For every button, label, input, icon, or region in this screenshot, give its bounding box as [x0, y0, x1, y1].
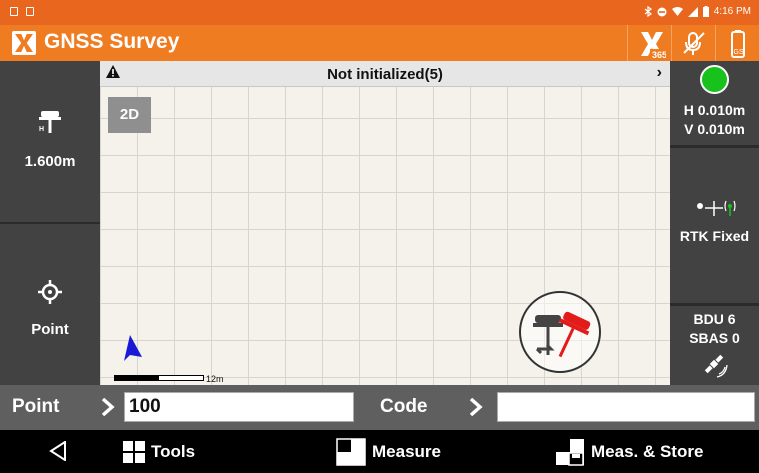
code-label: Code: [380, 396, 428, 417]
svg-text:H: H: [39, 126, 44, 133]
chevron-right-icon: ›: [656, 64, 662, 81]
status-bar: 4:16 PM: [0, 0, 759, 25]
point-name-label: Point: [12, 396, 60, 417]
grid-icon: [123, 440, 145, 463]
x365-button[interactable]: 365: [627, 25, 671, 61]
wifi-icon: [671, 6, 683, 16]
precision-button[interactable]: H 0.010m V 0.010m: [670, 61, 759, 145]
satellites-button[interactable]: BDU 6 SBAS 0: [670, 306, 759, 385]
satellite-icon: [704, 354, 728, 378]
measure-and-store-button[interactable]: Meas. & Store: [555, 430, 703, 473]
antenna-icon: H: [39, 111, 61, 133]
device-battery-icon: GS: [731, 30, 745, 58]
right-panel: H 0.010m V 0.010m RTK Fixed BDU 6 SBAS 0: [670, 61, 759, 385]
solution-button[interactable]: RTK Fixed: [670, 148, 759, 303]
x365-badge: 365: [652, 50, 666, 59]
view-mode-button[interactable]: 2D: [108, 97, 151, 133]
chevron-right-icon[interactable]: [100, 395, 116, 419]
initialization-status: Not initialized(5): [327, 66, 443, 83]
tools-label: Tools: [151, 441, 196, 461]
bottom-bar: Tools Measure Meas. & Store: [0, 430, 759, 473]
gnss-device-button[interactable]: GS: [715, 25, 759, 61]
sbas-count: SBAS 0: [689, 330, 740, 346]
crosshair-icon: [38, 280, 62, 304]
left-panel: H 1.600m Point: [0, 61, 100, 385]
do-not-disturb-icon: [657, 7, 667, 16]
map-view[interactable]: Not initialized(5) › 2D 12m: [100, 61, 670, 385]
measure-and-store-label: Meas. & Store: [591, 441, 704, 461]
point-code-bar: Point 100 Code: [0, 385, 759, 430]
system-icons: 4:16 PM: [644, 6, 751, 17]
chevron-right-icon[interactable]: [468, 395, 484, 419]
bluetooth-icon: [644, 6, 652, 17]
app-bar-actions: 365 GS: [627, 25, 759, 61]
fix-status-indicator: [700, 65, 729, 94]
mute-button[interactable]: [671, 25, 715, 61]
app-bar: GNSS Survey 365 GS: [0, 25, 759, 61]
stakeout-button[interactable]: [519, 291, 601, 373]
app-logo-icon: [12, 31, 36, 55]
x365-icon: 365: [641, 32, 666, 59]
solution-status: RTK Fixed: [679, 228, 750, 244]
screen: 4:16 PM GNSS Survey 365 GS H 1.600m Poin…: [0, 0, 759, 473]
antenna-height-value: 1.600m: [24, 153, 76, 170]
clock: 4:16 PM: [713, 6, 751, 17]
download-icon: [10, 7, 18, 16]
scale-label: 12m: [206, 374, 224, 384]
tools-button[interactable]: Tools: [123, 430, 195, 473]
h-precision: H 0.010m: [683, 102, 746, 118]
measure-button[interactable]: Measure: [336, 430, 441, 473]
point-mode-button[interactable]: Point: [0, 224, 100, 385]
signal-icon: [687, 6, 698, 17]
measure-label: Measure: [372, 441, 441, 461]
notification-icon: [26, 7, 34, 16]
point-mode-label: Point: [31, 321, 69, 338]
notification-icons: [10, 7, 34, 16]
scale-bar: [114, 375, 204, 381]
measure-icon: [336, 437, 366, 466]
direction-arrow-icon: [124, 335, 142, 361]
bdu-count: BDU 6: [693, 311, 736, 327]
antenna-height-button[interactable]: H 1.600m: [0, 61, 100, 221]
receiver-pole-icon: [533, 311, 591, 358]
point-name-input[interactable]: 100: [124, 392, 354, 422]
svg-text:GS: GS: [734, 49, 744, 56]
measure-store-icon: [556, 438, 584, 466]
rtk-link-icon: [697, 200, 736, 216]
app-title: GNSS Survey: [44, 30, 180, 53]
mic-off-icon: [683, 32, 705, 55]
battery-icon: [702, 6, 709, 17]
v-precision: V 0.010m: [684, 121, 745, 137]
back-icon[interactable]: [49, 441, 67, 461]
status-banner[interactable]: Not initialized(5) ›: [100, 61, 670, 87]
code-input[interactable]: [497, 392, 755, 422]
